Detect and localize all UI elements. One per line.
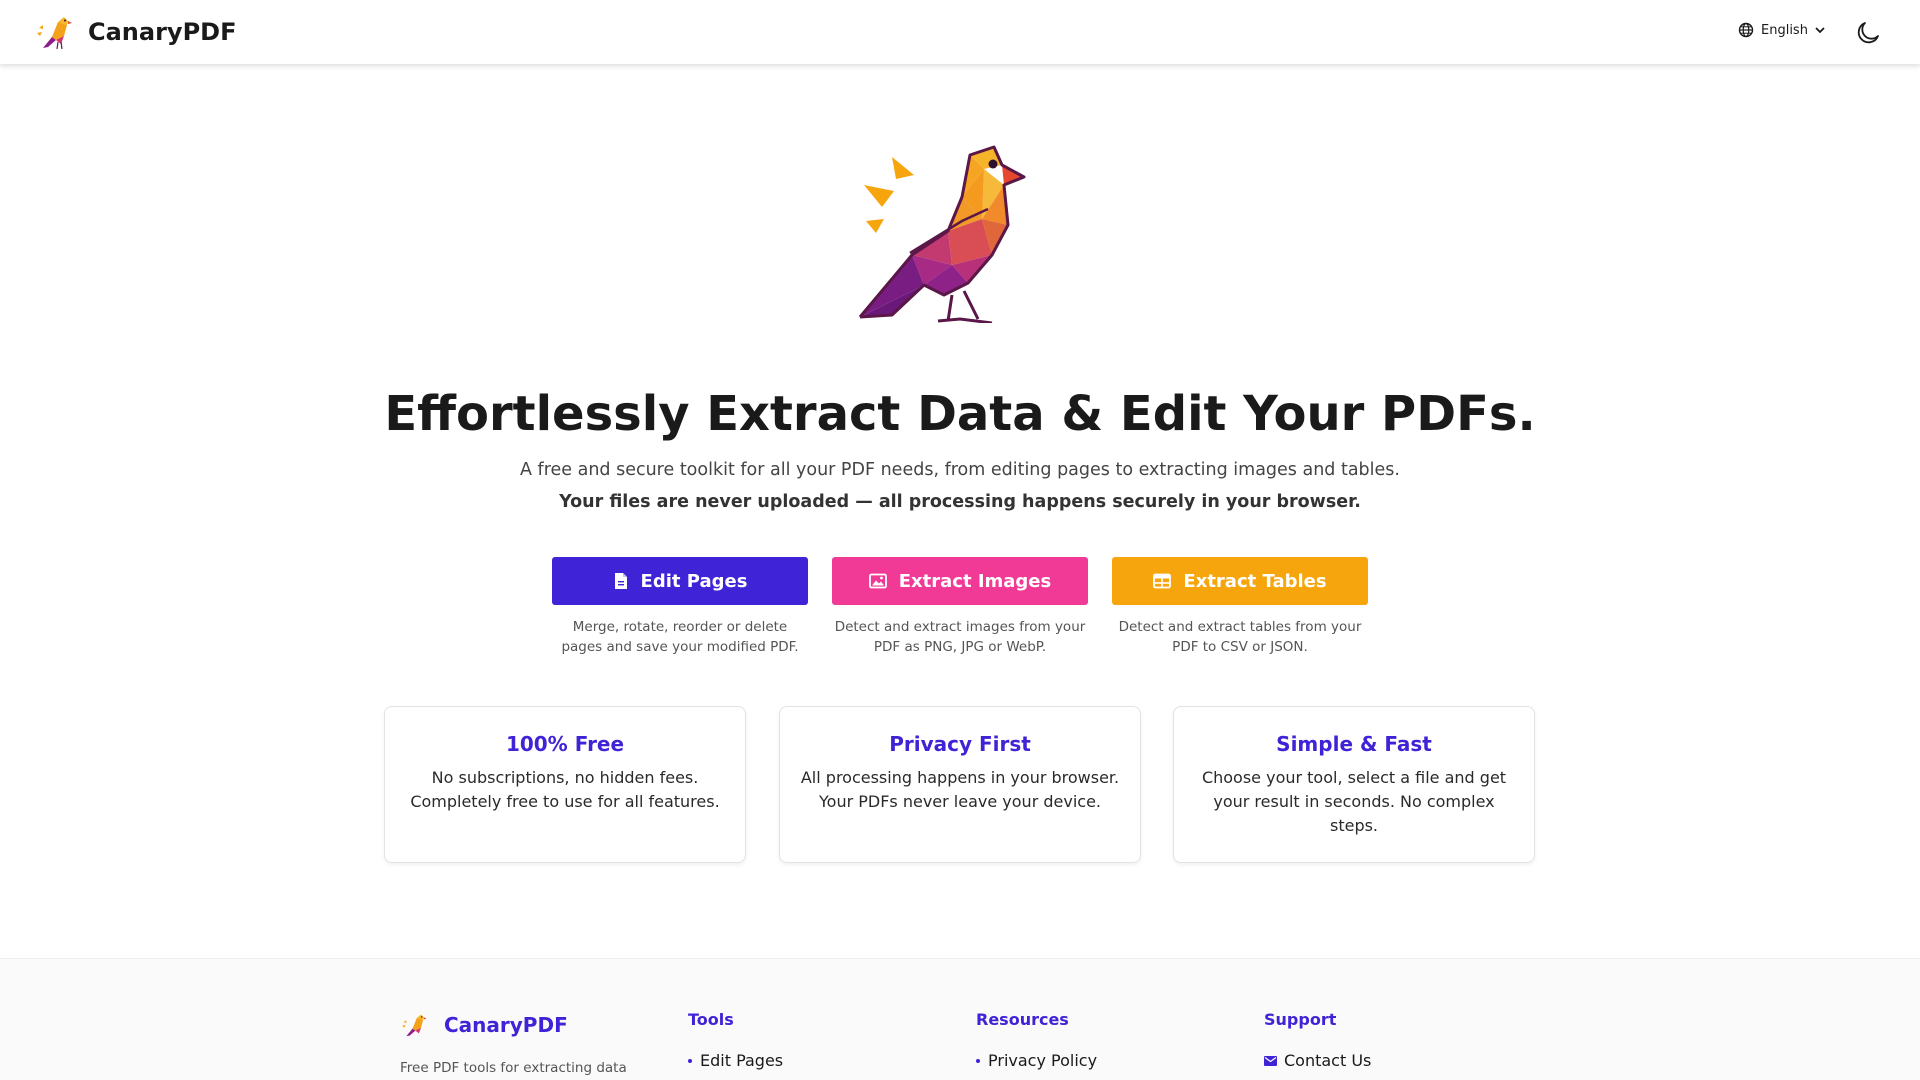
extract-tables-label: Extract Tables	[1183, 570, 1327, 592]
language-label: English	[1761, 22, 1808, 38]
chevron-down-icon	[1815, 27, 1825, 34]
hero-subtitle: A free and secure toolkit for all your P…	[520, 460, 1400, 480]
footer-brand-name: CanaryPDF	[444, 1013, 568, 1037]
footer-column-title: Support	[1264, 1010, 1337, 1029]
footer-link-contact-us[interactable]: Contact Us	[1264, 1051, 1371, 1070]
tool-extract-images: Extract Images Detect and extract images…	[832, 557, 1088, 657]
page-title: Effortlessly Extract Data & Edit Your PD…	[384, 386, 1536, 442]
moon-icon[interactable]	[1854, 19, 1882, 47]
feature-card-simple: Simple & Fast Choose your tool, select a…	[1173, 706, 1535, 863]
extract-images-description: Detect and extract images from your PDF …	[834, 619, 1086, 655]
footer-column-resources: Resources Privacy Policy	[976, 1010, 1097, 1070]
feature-title: Simple & Fast	[1276, 732, 1432, 756]
feature-card-privacy: Privacy First All processing happens in …	[779, 706, 1141, 863]
extract-tables-button[interactable]: Extract Tables	[1112, 557, 1368, 605]
edit-pages-label: Edit Pages	[640, 570, 748, 592]
footer-column-support: Support Contact Us	[1264, 1010, 1371, 1070]
feature-text: Choose your tool, select a file and get …	[1201, 768, 1507, 835]
canary-bird-illustration	[858, 145, 1026, 323]
feature-text: No subscriptions, no hidden fees. Comple…	[410, 768, 720, 811]
footer-link-label: Contact Us	[1284, 1051, 1372, 1070]
bullet-icon	[976, 1058, 980, 1063]
footer-column-title: Tools	[688, 1010, 734, 1029]
tool-extract-tables: Extract Tables Detect and extract tables…	[1112, 557, 1368, 657]
edit-pages-description: Merge, rotate, reorder or delete pages a…	[561, 619, 799, 655]
image-icon	[868, 573, 887, 589]
extract-tables-description: Detect and extract tables from your PDF …	[1118, 619, 1362, 655]
footer-link-privacy-policy[interactable]: Privacy Policy	[976, 1051, 1097, 1070]
feature-text: All processing happens in your browser. …	[800, 768, 1120, 811]
footer-brand-link[interactable]: CanaryPDF	[400, 1011, 568, 1039]
bullet-icon	[688, 1058, 692, 1063]
feature-title: Privacy First	[889, 732, 1031, 756]
footer-link-edit-pages[interactable]: Edit Pages	[688, 1051, 783, 1070]
footer-column-tools: Tools Edit Pages	[688, 1010, 783, 1070]
canary-bird-logo-icon	[402, 1014, 427, 1037]
table-icon	[1153, 573, 1172, 589]
extract-images-label: Extract Images	[898, 570, 1052, 592]
document-icon	[614, 573, 627, 589]
canary-bird-logo-icon	[37, 17, 72, 50]
footer-link-label: Edit Pages	[700, 1051, 784, 1070]
footer-tagline: Free PDF tools for extracting data	[400, 1060, 627, 1076]
tool-edit-pages: Edit Pages Merge, rotate, reorder or del…	[552, 557, 808, 657]
footer-link-label: Privacy Policy	[988, 1051, 1098, 1070]
feature-title: 100% Free	[505, 732, 625, 756]
top-navbar: CanaryPDF English	[0, 0, 1920, 64]
mail-icon	[1264, 1055, 1277, 1066]
hero-privacy-note: Your files are never uploaded — all proc…	[559, 492, 1361, 512]
language-selector[interactable]: English	[1738, 22, 1826, 38]
footer: CanaryPDF Free PDF tools for extracting …	[0, 958, 1920, 1080]
brand-home-link[interactable]: CanaryPDF	[34, 12, 236, 52]
edit-pages-button[interactable]: Edit Pages	[552, 557, 808, 605]
brand-name: CanaryPDF	[88, 18, 237, 46]
extract-images-button[interactable]: Extract Images	[832, 557, 1088, 605]
globe-icon	[1738, 22, 1754, 38]
feature-card-free: 100% Free No subscriptions, no hidden fe…	[384, 706, 746, 863]
footer-column-title: Resources	[976, 1010, 1069, 1029]
